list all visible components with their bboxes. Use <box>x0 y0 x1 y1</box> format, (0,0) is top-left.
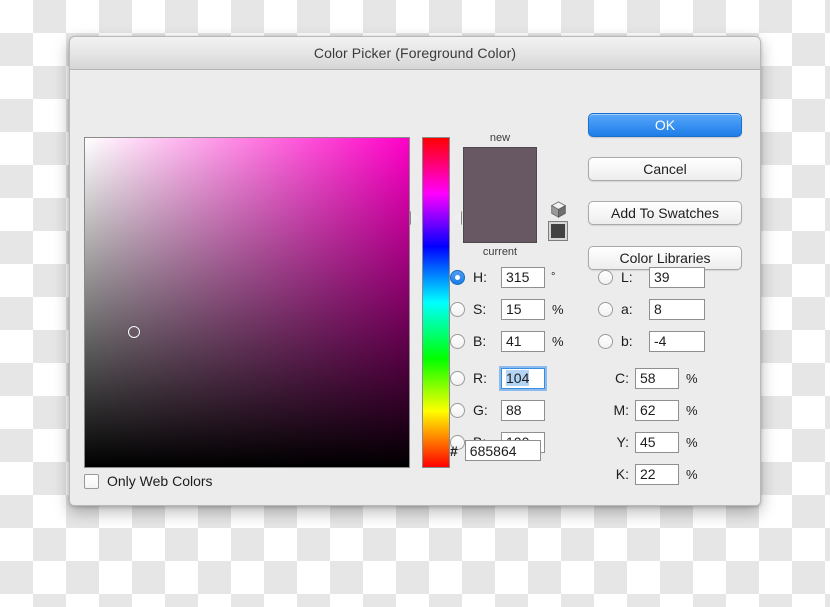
cmyk-unit-c: % <box>686 370 698 386</box>
lab-row-l[interactable]: L: 39 <box>598 266 705 288</box>
color-field-cursor[interactable] <box>127 326 140 339</box>
gamut-warning-swatch[interactable] <box>548 221 568 241</box>
hex-input[interactable]: 685864 <box>464 440 541 461</box>
cmyk-unit-k: % <box>686 466 698 482</box>
hsb-row-b[interactable]: B: 41% <box>450 330 564 352</box>
cmyk-input-m[interactable]: 62 <box>635 399 679 421</box>
lab-label-l: L: <box>621 269 633 285</box>
add-to-swatches-button[interactable]: Add To Swatches <box>588 201 742 225</box>
lab-label-a: a: <box>621 301 633 317</box>
lab-input-b[interactable]: -4 <box>649 330 705 352</box>
cmyk-unit-y: % <box>686 434 698 450</box>
cmyk-label-c: C: <box>615 370 629 386</box>
cancel-button[interactable]: Cancel <box>588 157 742 181</box>
hsb-input-s[interactable]: 15 <box>501 298 545 320</box>
cmyk-label-y: Y: <box>616 434 629 450</box>
hsb-input-h[interactable]: 315 <box>501 266 545 288</box>
hsb-label-h: H: <box>473 269 487 285</box>
current-color-swatch[interactable] <box>464 195 536 242</box>
cmyk-input-k[interactable]: 22 <box>635 463 679 485</box>
dialog-titlebar: Color Picker (Foreground Color) <box>70 37 760 70</box>
lab-row-a[interactable]: a: 8 <box>598 298 705 320</box>
rgb-label-g: G: <box>473 402 488 418</box>
rgb-row-r[interactable]: R: 104 <box>450 367 545 389</box>
color-preview-swatch[interactable] <box>463 147 537 243</box>
new-color-label: new <box>489 132 511 144</box>
new-color-swatch[interactable] <box>464 148 536 195</box>
rgb-input-g[interactable]: 88 <box>501 399 545 421</box>
hex-value: 685864 <box>469 442 517 459</box>
hsb-unit-b: % <box>552 333 564 349</box>
cmyk-row-c[interactable]: C: 58% <box>599 367 698 389</box>
only-web-colors-checkbox[interactable] <box>84 473 99 489</box>
cmyk-input-y[interactable]: 45 <box>635 431 679 453</box>
dialog-body: Only Web Colors new current OK Cancel Ad… <box>70 70 760 505</box>
color-picker-dialog: Color Picker (Foreground Color) Only Web… <box>69 36 761 506</box>
cmyk-row-y[interactable]: Y: 45% <box>599 431 698 453</box>
lab-input-l[interactable]: 39 <box>649 266 705 288</box>
lab-radio-b[interactable] <box>598 333 613 349</box>
hsb-label-b: B: <box>473 333 487 349</box>
lab-label-b: b: <box>621 333 633 349</box>
current-color-label: current <box>482 246 518 258</box>
hsb-row-s[interactable]: S: 15% <box>450 298 564 320</box>
cube-icon[interactable] <box>550 201 567 218</box>
hsb-radio-h[interactable] <box>450 269 465 285</box>
cmyk-row-m[interactable]: M: 62% <box>599 399 698 421</box>
hsb-radio-b[interactable] <box>450 333 465 349</box>
hsb-radio-s[interactable] <box>450 301 465 317</box>
ok-button[interactable]: OK <box>588 113 742 137</box>
hue-spectrum <box>423 138 449 467</box>
hsb-row-h[interactable]: H: 315 ° <box>450 266 555 288</box>
hsb-input-b[interactable]: 41 <box>501 330 545 352</box>
hue-slider-marker-right[interactable] <box>452 211 461 226</box>
hsb-unit-h: ° <box>551 271 556 283</box>
rgb-radio-g[interactable] <box>450 402 465 418</box>
hue-slider-marker-left[interactable] <box>411 211 420 226</box>
only-web-colors-row[interactable]: Only Web Colors <box>84 473 213 489</box>
hue-slider[interactable] <box>422 137 450 468</box>
cmyk-label-k: K: <box>615 466 629 482</box>
saturation-brightness-field[interactable] <box>84 137 410 468</box>
cmyk-label-m: M: <box>613 402 629 418</box>
dialog-title: Color Picker (Foreground Color) <box>313 45 517 61</box>
cmyk-input-c[interactable]: 58 <box>635 367 679 389</box>
brightness-gradient-layer <box>85 138 409 467</box>
lab-radio-a[interactable] <box>598 301 613 317</box>
hsb-unit-s: % <box>552 301 564 317</box>
rgb-radio-r[interactable] <box>450 370 465 386</box>
lab-row-b[interactable]: b: -4 <box>598 330 705 352</box>
lab-input-a[interactable]: 8 <box>649 298 705 320</box>
only-web-colors-label: Only Web Colors <box>107 473 213 489</box>
rgb-label-r: R: <box>473 370 487 386</box>
cmyk-unit-m: % <box>686 402 698 418</box>
hex-field-row[interactable]: # 685864 <box>450 440 541 461</box>
lab-radio-l[interactable] <box>598 269 613 285</box>
rgb-row-g[interactable]: G: 88 <box>450 399 545 421</box>
hsb-label-s: S: <box>473 301 487 317</box>
hex-prefix-label: # <box>450 442 458 459</box>
rgb-input-r[interactable]: 104 <box>501 367 545 389</box>
cmyk-row-k[interactable]: K: 22% <box>599 463 698 485</box>
